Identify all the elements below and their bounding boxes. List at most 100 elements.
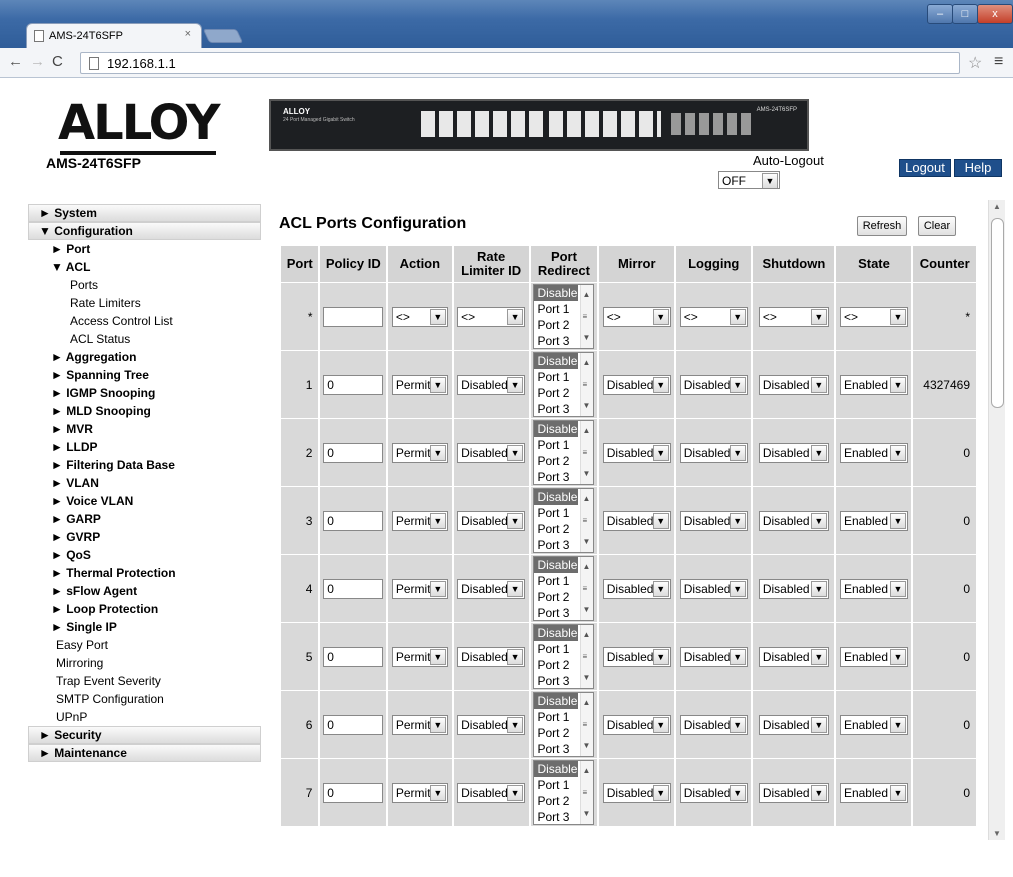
- menu-item[interactable]: ► MVR: [28, 420, 261, 438]
- shutdown-select[interactable]: Disabled ▼: [758, 646, 829, 667]
- scroll-thumb-icon[interactable]: ≡: [582, 717, 587, 733]
- menu-item[interactable]: ► GVRP: [28, 528, 261, 546]
- action-select[interactable]: <> ▼: [391, 306, 448, 327]
- scroll-up-icon[interactable]: ▲: [582, 627, 590, 643]
- menu-item[interactable]: UPnP: [28, 708, 261, 726]
- scrollbar-thumb[interactable]: [991, 218, 1004, 408]
- mirror-select[interactable]: Disabled ▼: [602, 782, 671, 803]
- scroll-down-icon[interactable]: ▼: [993, 829, 1001, 838]
- shutdown-select[interactable]: Disabled ▼: [758, 510, 829, 531]
- minimize-button[interactable]: –: [927, 4, 953, 24]
- menu-item[interactable]: ► Port: [28, 240, 261, 258]
- redirect-option[interactable]: Disabled: [534, 285, 584, 301]
- shutdown-select[interactable]: Disabled ▼: [758, 442, 829, 463]
- port-redirect-listbox[interactable]: Disabled Port 1 Port 2 Port 3 ▲ ≡ ▼: [533, 284, 595, 349]
- scroll-down-icon[interactable]: ▼: [582, 738, 590, 754]
- scroll-thumb-icon[interactable]: ≡: [582, 309, 587, 325]
- scroll-down-icon[interactable]: ▼: [582, 534, 590, 550]
- action-select[interactable]: Permit ▼: [391, 782, 448, 803]
- policy-id-input[interactable]: 0: [323, 374, 384, 395]
- mirror-select[interactable]: <> ▼: [602, 306, 671, 327]
- menu-item[interactable]: ► System: [28, 204, 261, 222]
- listbox-scrollbar[interactable]: ▲ ≡ ▼: [580, 557, 594, 620]
- listbox-scrollbar[interactable]: ▲ ≡ ▼: [580, 421, 594, 484]
- menu-item[interactable]: ► VLAN: [28, 474, 261, 492]
- scroll-down-icon[interactable]: ▼: [582, 806, 590, 822]
- scroll-up-icon[interactable]: ▲: [582, 695, 590, 711]
- menu-item[interactable]: ► Maintenance: [28, 744, 261, 762]
- page-scrollbar[interactable]: ▲ ▼: [988, 200, 1005, 840]
- redirect-option[interactable]: Disabled: [534, 761, 584, 777]
- mirror-select[interactable]: Disabled ▼: [602, 374, 671, 395]
- port-redirect-listbox[interactable]: Disabled Port 1 Port 2 Port 3 ▲ ≡ ▼: [533, 624, 595, 689]
- logging-select[interactable]: <> ▼: [679, 306, 748, 327]
- scroll-thumb-icon[interactable]: ≡: [582, 649, 587, 665]
- scroll-up-icon[interactable]: ▲: [993, 202, 1001, 211]
- menu-item[interactable]: ► MLD Snooping: [28, 402, 261, 420]
- menu-item[interactable]: ► Voice VLAN: [28, 492, 261, 510]
- port-redirect-listbox[interactable]: Disabled Port 1 Port 2 Port 3 ▲ ≡ ▼: [533, 692, 595, 757]
- listbox-scrollbar[interactable]: ▲ ≡ ▼: [580, 625, 594, 688]
- shutdown-select[interactable]: Disabled ▼: [758, 578, 829, 599]
- listbox-scrollbar[interactable]: ▲ ≡ ▼: [580, 693, 594, 756]
- rate-limiter-select[interactable]: <> ▼: [457, 306, 526, 327]
- redirect-option[interactable]: Disabled: [534, 693, 584, 709]
- scroll-down-icon[interactable]: ▼: [582, 670, 590, 686]
- scroll-down-icon[interactable]: ▼: [582, 466, 590, 482]
- url-field[interactable]: 192.168.1.1: [80, 52, 960, 74]
- scroll-up-icon[interactable]: ▲: [582, 559, 590, 575]
- menu-item[interactable]: ► sFlow Agent: [28, 582, 261, 600]
- menu-item[interactable]: ▼ ACL: [28, 258, 261, 276]
- policy-id-input[interactable]: 0: [323, 510, 384, 531]
- action-select[interactable]: Permit ▼: [391, 714, 448, 735]
- redirect-option[interactable]: Disabled: [534, 353, 584, 369]
- menu-item[interactable]: ► Spanning Tree: [28, 366, 261, 384]
- listbox-scrollbar[interactable]: ▲ ≡ ▼: [580, 761, 594, 824]
- star-icon[interactable]: ☆: [968, 53, 982, 73]
- listbox-scrollbar[interactable]: ▲ ≡ ▼: [580, 353, 594, 416]
- mirror-select[interactable]: Disabled ▼: [602, 578, 671, 599]
- action-select[interactable]: Permit ▼: [391, 374, 448, 395]
- port-redirect-listbox[interactable]: Disabled Port 1 Port 2 Port 3 ▲ ≡ ▼: [533, 352, 595, 417]
- logging-select[interactable]: Disabled ▼: [679, 442, 748, 463]
- redirect-option[interactable]: Disabled: [534, 557, 584, 573]
- state-select[interactable]: Enabled ▼: [839, 578, 908, 599]
- menu-item[interactable]: Access Control List: [28, 312, 261, 330]
- menu-item[interactable]: Rate Limiters: [28, 294, 261, 312]
- scroll-thumb-icon[interactable]: ≡: [582, 445, 587, 461]
- menu-item[interactable]: ► Security: [28, 726, 261, 744]
- menu-item[interactable]: ACL Status: [28, 330, 261, 348]
- rate-limiter-select[interactable]: Disabled ▼: [457, 510, 526, 531]
- maximize-button[interactable]: □: [952, 4, 978, 24]
- redirect-option[interactable]: Disabled: [534, 421, 584, 437]
- action-select[interactable]: Permit ▼: [391, 646, 448, 667]
- scroll-up-icon[interactable]: ▲: [582, 423, 590, 439]
- redirect-option[interactable]: Disabled: [534, 625, 584, 641]
- state-select[interactable]: Enabled ▼: [839, 646, 908, 667]
- scroll-up-icon[interactable]: ▲: [582, 763, 590, 779]
- policy-id-input[interactable]: [323, 306, 384, 327]
- mirror-select[interactable]: Disabled ▼: [602, 442, 671, 463]
- menu-item[interactable]: ► Loop Protection: [28, 600, 261, 618]
- rate-limiter-select[interactable]: Disabled ▼: [457, 646, 526, 667]
- menu-item[interactable]: ► Thermal Protection: [28, 564, 261, 582]
- rate-limiter-select[interactable]: Disabled ▼: [457, 782, 526, 803]
- action-select[interactable]: Permit ▼: [391, 578, 448, 599]
- menu-item[interactable]: Ports: [28, 276, 261, 294]
- logging-select[interactable]: Disabled ▼: [679, 782, 748, 803]
- listbox-scrollbar[interactable]: ▲ ≡ ▼: [580, 489, 594, 552]
- state-select[interactable]: Enabled ▼: [839, 374, 908, 395]
- shutdown-select[interactable]: Disabled ▼: [758, 714, 829, 735]
- scroll-up-icon[interactable]: ▲: [582, 355, 590, 371]
- scroll-up-icon[interactable]: ▲: [582, 491, 590, 507]
- port-redirect-listbox[interactable]: Disabled Port 1 Port 2 Port 3 ▲ ≡ ▼: [533, 760, 595, 825]
- logging-select[interactable]: Disabled ▼: [679, 374, 748, 395]
- close-window-button[interactable]: x: [977, 4, 1013, 24]
- help-button[interactable]: Help: [954, 159, 1002, 177]
- listbox-scrollbar[interactable]: ▲ ≡ ▼: [580, 285, 594, 348]
- shutdown-select[interactable]: Disabled ▼: [758, 782, 829, 803]
- scroll-down-icon[interactable]: ▼: [582, 602, 590, 618]
- menu-item[interactable]: ► Filtering Data Base: [28, 456, 261, 474]
- port-redirect-listbox[interactable]: Disabled Port 1 Port 2 Port 3 ▲ ≡ ▼: [533, 488, 595, 553]
- menu-item[interactable]: ► LLDP: [28, 438, 261, 456]
